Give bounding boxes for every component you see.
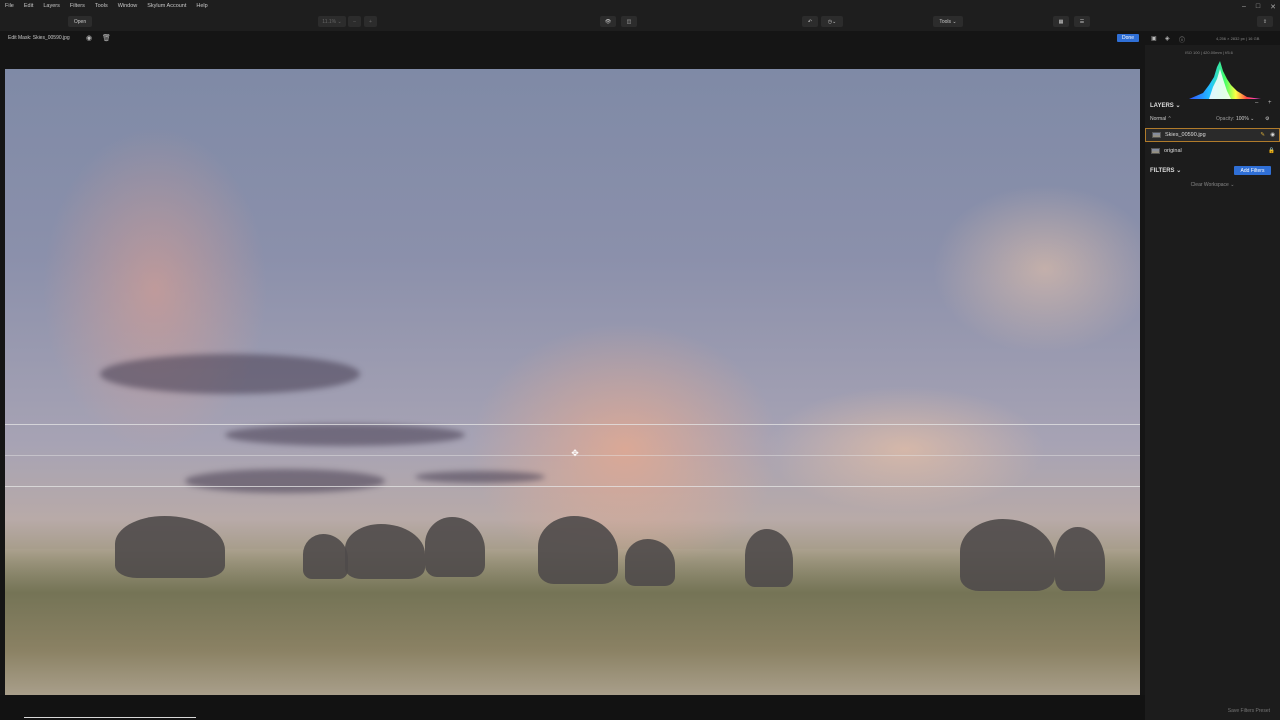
- menu-help[interactable]: Help: [191, 0, 212, 13]
- clear-workspace-button[interactable]: Clear Workspace ⌄: [1145, 182, 1280, 188]
- compare-icon: ◫: [626, 18, 632, 25]
- layers-icon[interactable]: ◈: [1165, 35, 1170, 42]
- blend-mode-select[interactable]: Normal ⌃: [1150, 116, 1172, 122]
- toolbar: Open 11.1% ⌄ – + 👁 ◫ ↶ ◷⌄ Tools ⌄ ▦ ☰ ⇪: [0, 13, 1280, 31]
- menu-bar: File Edit Layers Filters Tools Window Sk…: [0, 0, 1280, 13]
- elephant-shape: [115, 516, 225, 578]
- elephant-shape: [1055, 527, 1105, 591]
- histogram: [1189, 61, 1261, 99]
- sliders-icon: ☰: [1079, 18, 1085, 25]
- gradient-guide-top[interactable]: [5, 424, 1140, 425]
- layer-thumbnail: [1151, 148, 1160, 154]
- brush-icon[interactable]: ✎: [1260, 132, 1265, 138]
- undo-button[interactable]: ↶: [802, 16, 818, 27]
- elephant-shape: [303, 534, 348, 579]
- menu-filters[interactable]: Filters: [65, 0, 90, 13]
- cloud-shape: [185, 469, 385, 493]
- mask-title: Edit Mask: Skies_00590.jpg: [8, 35, 70, 41]
- menu-window[interactable]: Window: [113, 0, 143, 13]
- elephant-shape: [625, 539, 675, 586]
- menu-file[interactable]: File: [0, 0, 19, 13]
- elephant-shape: [745, 529, 793, 587]
- catalog-view-button[interactable]: ▦: [1053, 16, 1069, 27]
- save-filters-preset-button[interactable]: Save Filters Preset: [1145, 708, 1280, 714]
- elephant-shape: [960, 519, 1055, 591]
- progress-bar: [24, 717, 196, 718]
- layer-thumbnail: [1152, 132, 1161, 138]
- mask-edit-bar: Edit Mask: Skies_00590.jpg ◉ 🗑 Done ▣ ◈ …: [0, 31, 1280, 45]
- undo-icon: ↶: [807, 18, 813, 25]
- eye-icon: 👁: [604, 18, 612, 25]
- layer-name: original: [1164, 148, 1182, 154]
- zoom-in-button[interactable]: +: [364, 16, 377, 27]
- menu-edit[interactable]: Edit: [19, 0, 38, 13]
- menu-layers[interactable]: Layers: [38, 0, 65, 13]
- layer-name: Skies_00590.jpg: [1165, 132, 1206, 138]
- layer-item-original[interactable]: original 🔒: [1145, 144, 1280, 158]
- move-handle-icon[interactable]: ✥: [570, 448, 580, 458]
- compare-button[interactable]: ◫: [621, 16, 637, 27]
- history-icon: ◷⌄: [827, 18, 837, 25]
- lock-icon: 🔒: [1268, 148, 1275, 154]
- histogram-info: ISO 100 | 420.00mm | f/5.6: [1185, 50, 1233, 55]
- preview-eye-button[interactable]: 👁: [600, 16, 616, 27]
- eye-icon[interactable]: ◉: [1270, 132, 1275, 138]
- info-icon[interactable]: ⓘ: [1179, 35, 1185, 44]
- elephant-shape: [425, 517, 485, 577]
- zoom-out-button[interactable]: –: [348, 16, 361, 27]
- menu-skylum-account[interactable]: Skylum Account: [142, 0, 191, 13]
- share-icon: ⇪: [1262, 18, 1268, 25]
- maximize-button[interactable]: □: [1256, 3, 1260, 10]
- blend-row: Normal ⌃ Opacity: 100% ⌄ ⚙: [1150, 116, 1275, 122]
- minimize-button[interactable]: –: [1242, 3, 1246, 10]
- right-panel: ISO 100 | 420.00mm | f/5.6 LAYERS ⌄ – + …: [1145, 45, 1280, 720]
- edit-view-button[interactable]: ☰: [1074, 16, 1090, 27]
- gear-icon[interactable]: ⚙: [1265, 116, 1269, 122]
- done-button[interactable]: Done: [1117, 34, 1139, 42]
- close-button[interactable]: ✕: [1270, 3, 1276, 11]
- cloud-shape: [100, 354, 360, 394]
- image-canvas[interactable]: ✥: [5, 69, 1140, 695]
- image-info-icon[interactable]: ▣: [1151, 35, 1157, 42]
- add-filters-button[interactable]: Add Filters: [1234, 166, 1271, 175]
- layer-item-skies[interactable]: Skies_00590.jpg ✎ ◉: [1145, 128, 1280, 142]
- cloud-shape: [415, 471, 545, 483]
- layers-title[interactable]: LAYERS ⌄: [1150, 102, 1180, 109]
- eye-icon[interactable]: ◉: [86, 34, 92, 42]
- opacity-select[interactable]: 100% ⌄: [1236, 116, 1254, 122]
- add-layer-icon[interactable]: +: [1268, 100, 1272, 106]
- trash-icon[interactable]: 🗑: [102, 34, 111, 42]
- opacity-label: Opacity:: [1216, 116, 1235, 122]
- export-button[interactable]: ⇪: [1257, 16, 1273, 27]
- image-info-text: 4,256 × 2832 px | 16 GB: [1216, 36, 1260, 41]
- gradient-guide-bottom[interactable]: [5, 486, 1140, 487]
- grid-icon: ▦: [1058, 18, 1064, 25]
- bottom-bar: [0, 695, 1145, 720]
- zoom-dropdown[interactable]: 11.1% ⌄: [318, 16, 346, 27]
- elephant-shape: [345, 524, 425, 579]
- tools-dropdown[interactable]: Tools ⌄: [933, 16, 963, 27]
- elephant-shape: [538, 516, 618, 584]
- history-button[interactable]: ◷⌄: [821, 16, 843, 27]
- cloud-shape: [225, 424, 465, 446]
- open-button[interactable]: Open: [68, 16, 92, 27]
- remove-layer-icon[interactable]: –: [1255, 100, 1258, 106]
- window-controls: – □ ✕: [1242, 0, 1276, 13]
- menu-tools[interactable]: Tools: [90, 0, 113, 13]
- filters-title[interactable]: FILTERS ⌄: [1150, 167, 1181, 174]
